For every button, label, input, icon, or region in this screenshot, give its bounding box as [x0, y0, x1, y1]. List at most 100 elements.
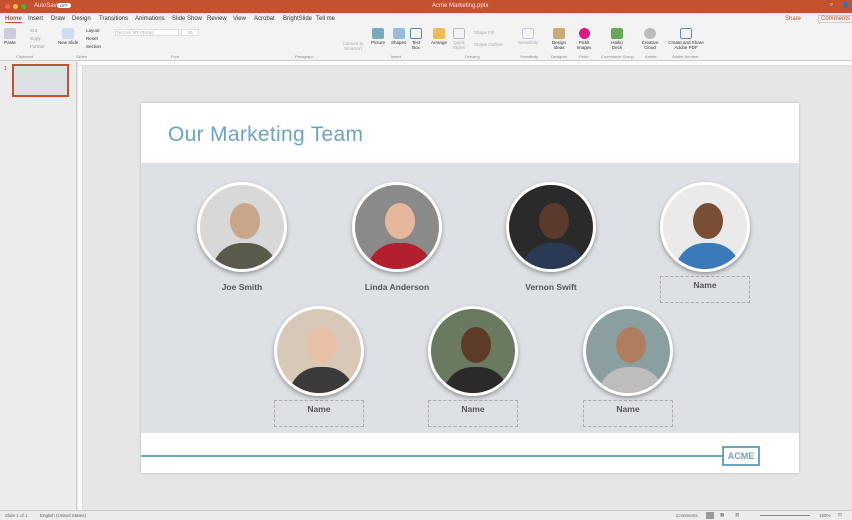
shape-outline-button[interactable]: Shape Outline — [474, 42, 503, 47]
team-member: Name — [573, 306, 683, 427]
tab-brightslide[interactable]: BrightSlide — [283, 16, 312, 22]
tab-animations[interactable]: Animations — [135, 16, 165, 22]
pickit-icon — [578, 28, 590, 39]
paste-icon — [4, 28, 16, 39]
font-size-select[interactable]: 20 — [181, 29, 199, 36]
haiku-deck-icon — [611, 28, 623, 39]
zoom-level[interactable]: 160% — [819, 513, 831, 518]
user-icon[interactable]: 👤 — [842, 2, 849, 9]
shapes-button[interactable]: Shapes — [391, 28, 406, 45]
tab-insert[interactable]: Insert — [28, 16, 43, 22]
haiku-deck-button[interactable]: Haiku Deck — [609, 28, 625, 50]
member-photo[interactable] — [197, 182, 287, 272]
member-photo[interactable] — [583, 306, 673, 396]
shape-fill-button[interactable]: Shape Fill — [474, 30, 494, 35]
search-icon[interactable]: ⌕ — [830, 2, 833, 9]
arrange-icon — [433, 28, 445, 39]
reading-view-button[interactable]: ▥ — [735, 512, 739, 518]
group-label: Insert — [391, 54, 402, 59]
minimize-window-button[interactable] — [13, 4, 18, 9]
format-painter-button[interactable]: Format — [30, 44, 44, 49]
member-name[interactable]: Name — [428, 400, 518, 427]
share-button[interactable]: Share — [785, 16, 801, 22]
tab-review[interactable]: Review — [207, 16, 227, 22]
team-member: Name — [650, 182, 760, 303]
copy-button[interactable]: Copy — [30, 36, 41, 41]
member-name[interactable]: Joe Smith — [187, 282, 297, 292]
tab-draw[interactable]: Draw — [51, 16, 65, 22]
arrange-button[interactable]: Arrange — [431, 28, 447, 45]
cut-button[interactable]: Cut — [30, 28, 37, 33]
font-name-select[interactable]: Tw Cen MT (Body) — [115, 29, 179, 36]
creative-cloud-icon — [644, 28, 656, 39]
new-slide-button[interactable]: New Slide — [58, 28, 78, 45]
team-member: Linda Anderson — [342, 182, 452, 292]
text-box-button[interactable]: Text Box — [410, 28, 422, 50]
tell-me-search[interactable]: Tell me — [316, 16, 335, 22]
member-name[interactable]: Linda Anderson — [342, 282, 452, 292]
member-name[interactable]: Name — [583, 400, 673, 427]
tab-design[interactable]: Design — [72, 16, 91, 22]
team-member: Name — [264, 306, 374, 427]
reset-button[interactable]: Reset — [86, 36, 98, 41]
member-name[interactable]: Name — [274, 400, 364, 427]
layout-button[interactable]: Layout — [86, 28, 100, 33]
tab-view[interactable]: View — [233, 16, 246, 22]
slide-thumbnail-1[interactable] — [12, 64, 69, 97]
photo-body — [598, 367, 664, 393]
ribbon-tabs: Home Insert Draw Design Transitions Anim… — [0, 13, 852, 25]
group-label: Clipboard — [16, 54, 34, 59]
member-photo[interactable] — [274, 306, 364, 396]
member-name[interactable]: Vernon Swift — [496, 282, 606, 292]
pickit-images-button[interactable]: Pickit Images — [576, 28, 592, 50]
photo-body — [367, 243, 433, 269]
photo-head — [230, 203, 260, 239]
fit-slide-button[interactable]: ⊡ — [838, 512, 842, 518]
team-member: Name — [418, 306, 528, 427]
team-member: Vernon Swift — [496, 182, 606, 292]
zoom-slider[interactable] — [760, 515, 810, 516]
title-bar: AutoSave OFF Acme Marketing.pptx ⌕ 👤 — [0, 0, 852, 13]
create-adobe-pdf-button[interactable]: Create and Share Adobe PDF — [668, 28, 704, 50]
photo-head — [461, 327, 491, 363]
shapes-icon — [392, 28, 405, 39]
document-title: Acme Marketing.pptx — [432, 3, 489, 9]
photo-head — [616, 327, 646, 363]
slide-sorter-button[interactable]: ▦ — [720, 512, 724, 518]
member-name[interactable]: Name — [660, 276, 750, 303]
quick-styles-icon — [453, 28, 465, 39]
member-photo[interactable] — [352, 182, 442, 272]
picture-button[interactable]: Picture — [371, 28, 385, 45]
sensitivity-button[interactable]: Sensitivity — [518, 28, 538, 45]
quick-styles-button[interactable]: Quick Styles — [452, 28, 466, 50]
creative-cloud-button[interactable]: Creative Cloud — [641, 28, 659, 50]
member-photo[interactable] — [660, 182, 750, 272]
design-ideas-button[interactable]: Design Ideas — [551, 28, 567, 50]
comments-button[interactable]: Comments — [818, 15, 852, 23]
ribbon: Paste Cut Copy Format New Slide Layout R… — [0, 25, 852, 61]
tab-acrobat[interactable]: Acrobat — [254, 16, 275, 22]
normal-view-button[interactable] — [706, 512, 714, 519]
section-button[interactable]: Section — [86, 44, 101, 49]
member-photo[interactable] — [428, 306, 518, 396]
photo-head — [539, 203, 569, 239]
comments-status-button[interactable]: Comments — [676, 513, 698, 518]
convert-smartart-button[interactable]: Convert to SmartArt — [339, 41, 367, 51]
photo-body — [289, 367, 355, 393]
group-label: Paragraph — [295, 54, 314, 59]
tab-slide-show[interactable]: Slide Show — [172, 16, 202, 22]
tab-home[interactable]: Home — [5, 16, 22, 23]
language-status[interactable]: English (United States) — [40, 513, 86, 518]
slide-title[interactable]: Our Marketing Team — [168, 123, 363, 147]
zoom-window-button[interactable] — [21, 4, 26, 9]
member-photo[interactable] — [506, 182, 596, 272]
tab-transitions[interactable]: Transitions — [99, 16, 128, 22]
close-window-button[interactable] — [5, 4, 10, 9]
design-ideas-icon — [553, 28, 565, 39]
photo-body — [443, 367, 509, 393]
paste-button[interactable]: Paste — [4, 28, 16, 45]
photo-body — [675, 243, 741, 269]
autosave-toggle[interactable]: OFF — [57, 3, 71, 8]
group-label: Drawing — [465, 54, 480, 59]
group-label: Sensitivity — [520, 54, 539, 59]
